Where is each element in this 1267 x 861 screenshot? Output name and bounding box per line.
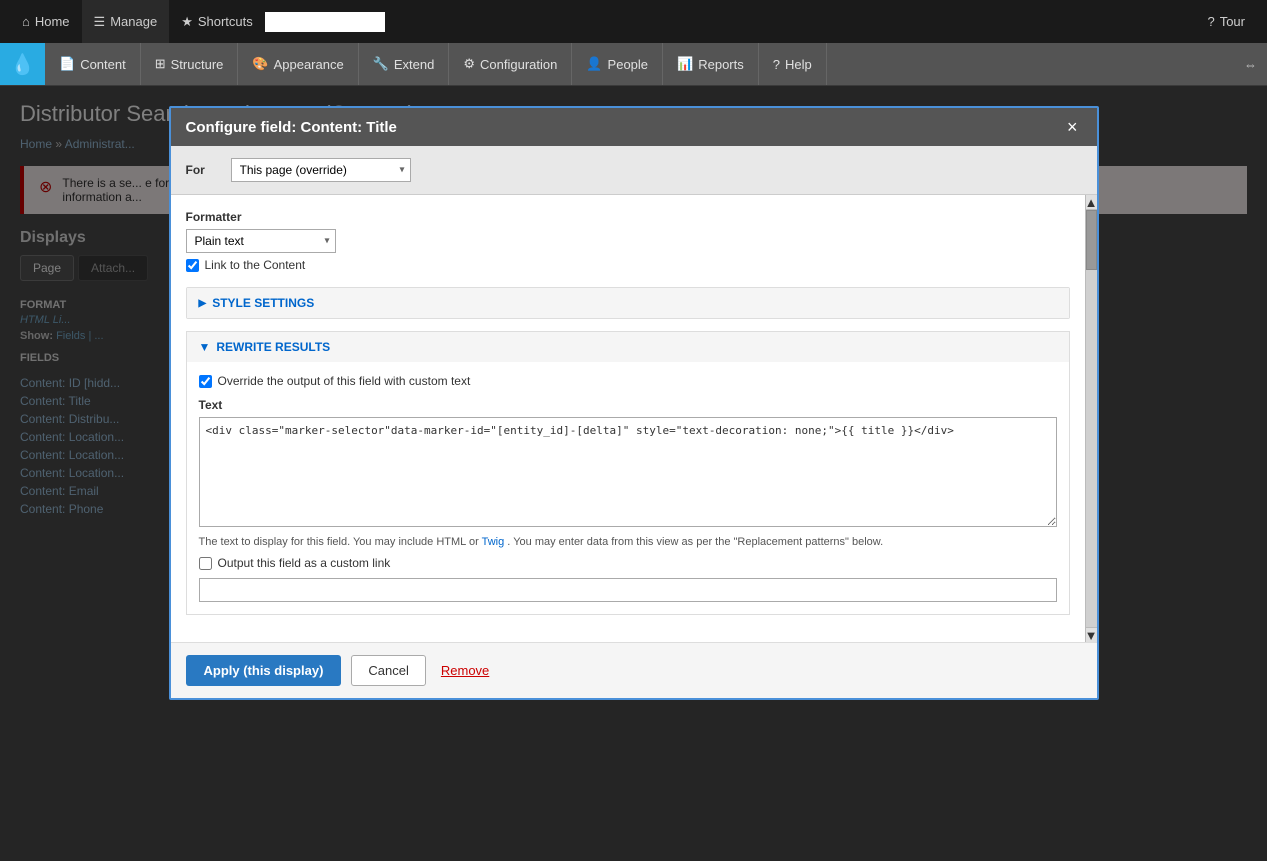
help-nav-item[interactable]: ? Help bbox=[759, 43, 827, 85]
custom-link-input[interactable] bbox=[199, 578, 1057, 602]
style-settings-header[interactable]: ▶ STYLE SETTINGS bbox=[187, 288, 1069, 318]
tour-nav-item[interactable]: ? Tour bbox=[1195, 0, 1257, 43]
override-checkbox-row: Override the output of this field with c… bbox=[199, 374, 1057, 388]
help-text: The text to display for this field. You … bbox=[199, 536, 1057, 548]
modal-title: Configure field: Content: Title bbox=[186, 119, 397, 136]
people-label: People bbox=[608, 57, 648, 72]
drupal-logo: 💧 bbox=[0, 43, 45, 85]
manage-icon: ☰ bbox=[94, 14, 106, 30]
style-collapse-icon: ▶ bbox=[199, 298, 207, 309]
link-checkbox[interactable] bbox=[186, 259, 199, 272]
help-label: Help bbox=[785, 57, 812, 72]
nav-toggle-icon[interactable]: ⇔ bbox=[1244, 57, 1257, 72]
modal-main-content: Formatter Plain text Hidden Rendered ent… bbox=[171, 195, 1085, 642]
content-icon: 📄 bbox=[59, 56, 75, 72]
remove-button[interactable]: Remove bbox=[436, 656, 494, 685]
twig-link[interactable]: Twig bbox=[482, 536, 505, 548]
formatter-select-wrapper: Plain text Hidden Rendered entity bbox=[186, 229, 336, 253]
scroll-down-button[interactable]: ▼ bbox=[1086, 627, 1097, 642]
link-checkbox-label[interactable]: Link to the Content bbox=[205, 258, 306, 272]
structure-nav-item[interactable]: ⊞ Structure bbox=[141, 43, 239, 85]
content-label: Content bbox=[80, 57, 126, 72]
manage-label: Manage bbox=[110, 14, 157, 29]
extend-label: Extend bbox=[394, 57, 434, 72]
override-checkbox[interactable] bbox=[199, 375, 212, 388]
rewrite-results-section: ▼ REWRITE RESULTS Override the output of… bbox=[186, 331, 1070, 615]
tour-icon: ? bbox=[1207, 14, 1214, 29]
appearance-icon: 🎨 bbox=[252, 56, 268, 72]
scrollbar-thumb[interactable] bbox=[1086, 210, 1097, 270]
rewrite-results-label: REWRITE RESULTS bbox=[216, 340, 330, 354]
home-icon: ⌂ bbox=[22, 14, 30, 29]
drupal-icon: 💧 bbox=[10, 52, 35, 77]
tour-label: Tour bbox=[1220, 14, 1245, 29]
output-link-checkbox[interactable] bbox=[199, 557, 212, 570]
for-select-wrapper: This page (override) All displays Page bbox=[231, 158, 411, 182]
modal-body-area: Formatter Plain text Hidden Rendered ent… bbox=[171, 195, 1097, 642]
formatter-section: Formatter Plain text Hidden Rendered ent… bbox=[186, 210, 1070, 272]
override-label[interactable]: Override the output of this field with c… bbox=[218, 374, 471, 388]
people-nav-item[interactable]: 👤 People bbox=[572, 43, 663, 85]
scroll-up-button[interactable]: ▲ bbox=[1086, 195, 1097, 210]
modal-overlay: Configure field: Content: Title × For Th… bbox=[0, 86, 1267, 861]
shortcuts-label: Shortcuts bbox=[198, 14, 253, 29]
people-icon: 👤 bbox=[586, 56, 602, 72]
modal-scrollbar[interactable]: ▲ ▼ bbox=[1085, 195, 1097, 642]
help-text-before: The text to display for this field. You … bbox=[199, 536, 479, 548]
help-text-after: . You may enter data from this view as p… bbox=[507, 536, 883, 548]
manage-nav-item[interactable]: ☰ Manage bbox=[82, 0, 170, 43]
shortcuts-icon: ★ bbox=[181, 14, 193, 30]
for-select[interactable]: This page (override) All displays Page bbox=[231, 158, 411, 182]
for-label: For bbox=[186, 163, 216, 177]
search-input[interactable] bbox=[265, 12, 385, 32]
for-row: For This page (override) All displays Pa… bbox=[171, 146, 1097, 195]
formatter-select[interactable]: Plain text Hidden Rendered entity bbox=[186, 229, 336, 253]
home-nav-item[interactable]: ⌂ Home bbox=[10, 0, 82, 43]
rewrite-results-header[interactable]: ▼ REWRITE RESULTS bbox=[187, 332, 1069, 362]
text-textarea[interactable]: <div class="marker-selector"data-marker-… bbox=[199, 417, 1057, 527]
rewrite-expand-icon: ▼ bbox=[199, 340, 211, 354]
output-link-checkbox-row: Output this field as a custom link bbox=[199, 556, 1057, 570]
home-label: Home bbox=[35, 14, 70, 29]
style-settings-label: STYLE SETTINGS bbox=[212, 296, 314, 310]
structure-icon: ⊞ bbox=[155, 56, 166, 72]
formatter-label: Formatter bbox=[186, 210, 1070, 224]
rewrite-results-content: Override the output of this field with c… bbox=[187, 362, 1069, 614]
structure-label: Structure bbox=[171, 57, 224, 72]
config-icon: ⚙ bbox=[463, 56, 475, 72]
reports-label: Reports bbox=[698, 57, 744, 72]
extend-icon: 🔧 bbox=[373, 56, 389, 72]
modal-footer: Apply (this display) Cancel Remove bbox=[171, 642, 1097, 698]
style-settings-section: ▶ STYLE SETTINGS bbox=[186, 287, 1070, 319]
close-button[interactable]: × bbox=[1063, 118, 1082, 136]
content-nav-item[interactable]: 📄 Content bbox=[45, 43, 141, 85]
help-icon: ? bbox=[773, 57, 780, 72]
appearance-nav-item[interactable]: 🎨 Appearance bbox=[238, 43, 358, 85]
reports-nav-item[interactable]: 📊 Reports bbox=[663, 43, 759, 85]
top-navbar: ⌂ Home ☰ Manage ★ Shortcuts ? Tour bbox=[0, 0, 1267, 43]
formatter-row: Plain text Hidden Rendered entity bbox=[186, 229, 1070, 253]
extend-nav-item[interactable]: 🔧 Extend bbox=[359, 43, 450, 85]
configure-field-modal: Configure field: Content: Title × For Th… bbox=[169, 106, 1099, 700]
cancel-button[interactable]: Cancel bbox=[351, 655, 425, 686]
link-checkbox-row: Link to the Content bbox=[186, 258, 1070, 272]
main-background: Distributor Search proximetery (Content)… bbox=[0, 86, 1267, 861]
apply-button[interactable]: Apply (this display) bbox=[186, 655, 342, 686]
modal-header: Configure field: Content: Title × bbox=[171, 108, 1097, 146]
text-label: Text bbox=[199, 398, 1057, 412]
nav-right-area: ⇔ bbox=[1234, 43, 1267, 85]
configuration-label: Configuration bbox=[480, 57, 557, 72]
appearance-label: Appearance bbox=[274, 57, 344, 72]
second-navbar: 💧 📄 Content ⊞ Structure 🎨 Appearance 🔧 E… bbox=[0, 43, 1267, 86]
configuration-nav-item[interactable]: ⚙ Configuration bbox=[449, 43, 572, 85]
reports-icon: 📊 bbox=[677, 56, 693, 72]
shortcuts-nav-item[interactable]: ★ Shortcuts bbox=[169, 0, 265, 43]
output-link-label[interactable]: Output this field as a custom link bbox=[218, 556, 391, 570]
